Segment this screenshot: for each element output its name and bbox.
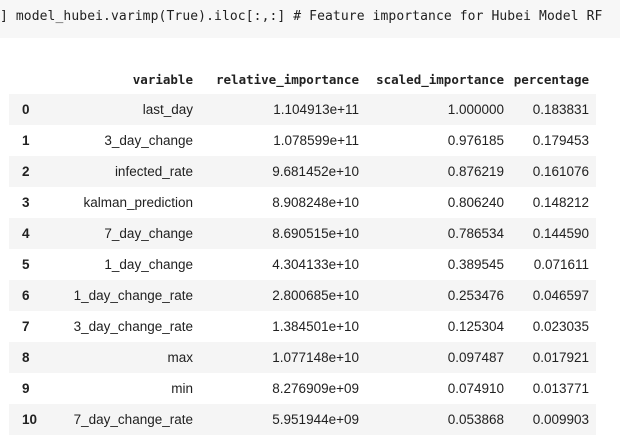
cell-relative-importance: 4.304133e+10 — [272, 257, 359, 272]
cell-relative-importance: 2.800685e+10 — [272, 288, 359, 303]
row-index: 2 — [22, 164, 30, 179]
table-row: 8 max 1.077148e+10 0.097487 0.017921 — [9, 342, 596, 373]
cell-relative-importance: 1.384501e+10 — [272, 319, 359, 334]
row-index: 4 — [22, 226, 30, 241]
row-index: 5 — [22, 257, 30, 272]
cell-scaled-importance: 0.786534 — [447, 226, 504, 241]
header-variable: variable — [132, 71, 193, 87]
cell-variable: 3_day_change — [104, 133, 193, 148]
row-index: 3 — [22, 195, 30, 210]
cell-variable: kalman_prediction — [83, 195, 193, 210]
table-row: 3 kalman_prediction 8.908248e+10 0.80624… — [9, 187, 596, 218]
cell-scaled-importance: 0.097487 — [447, 350, 504, 365]
cell-percentage: 0.148212 — [532, 195, 589, 210]
table-row: 9 min 8.276909e+09 0.074910 0.013771 — [9, 373, 596, 404]
cell-scaled-importance: 0.976185 — [447, 133, 504, 148]
table-row: 6 1_day_change_rate 2.800685e+10 0.25347… — [9, 280, 596, 311]
dataframe-table: variable relative_importance scaled_impo… — [9, 64, 596, 435]
cell-percentage: 0.009903 — [532, 412, 589, 427]
cell-relative-importance: 1.104913e+11 — [273, 102, 359, 117]
table-row: 1 3_day_change 1.078599e+11 0.976185 0.1… — [9, 125, 596, 156]
table-row: 10 7_day_change_rate 5.951944e+09 0.0538… — [9, 404, 596, 435]
cell-variable: 1_day_change_rate — [73, 288, 193, 303]
header-index — [9, 64, 52, 94]
cell-relative-importance: 8.908248e+10 — [272, 195, 359, 210]
row-index: 9 — [22, 381, 30, 396]
header-percentage: percentage — [513, 71, 589, 87]
table-row: 7 3_day_change_rate 1.384501e+10 0.12530… — [9, 311, 596, 342]
table-row: 2 infected_rate 9.681452e+10 0.876219 0.… — [9, 156, 596, 187]
cell-variable: last_day — [142, 102, 193, 117]
cell-variable: 7_day_change — [104, 226, 193, 241]
cell-percentage: 0.144590 — [532, 226, 589, 241]
header-scaled-importance: scaled_importance — [376, 71, 504, 87]
cell-variable: infected_rate — [114, 164, 193, 179]
cell-relative-importance: 9.681452e+10 — [272, 164, 359, 179]
row-index: 6 — [22, 288, 30, 303]
cell-variable: 1_day_change — [104, 257, 193, 272]
cell-variable: max — [167, 350, 193, 365]
row-index: 0 — [22, 102, 30, 117]
cell-relative-importance: 8.690515e+10 — [272, 226, 359, 241]
cell-percentage: 0.161076 — [532, 164, 589, 179]
header-row: variable relative_importance scaled_impo… — [9, 64, 596, 94]
cell-percentage: 0.179453 — [532, 133, 589, 148]
cell-relative-importance: 8.276909e+09 — [272, 381, 359, 396]
table-row: 4 7_day_change 8.690515e+10 0.786534 0.1… — [9, 218, 596, 249]
code-cell[interactable]: ] model_hubei.varimp(True).iloc[:,:] # F… — [0, 0, 620, 38]
cell-scaled-importance: 0.806240 — [447, 195, 504, 210]
cell-relative-importance: 1.078599e+11 — [273, 133, 359, 148]
cell-relative-importance: 5.951944e+09 — [272, 412, 359, 427]
cell-scaled-importance: 0.053868 — [447, 412, 504, 427]
header-relative-importance: relative_importance — [216, 71, 359, 87]
row-index: 7 — [22, 319, 30, 334]
cell-percentage: 0.013771 — [532, 381, 589, 396]
cell-percentage: 0.046597 — [532, 288, 589, 303]
cell-percentage: 0.017921 — [532, 350, 589, 365]
cell-scaled-importance: 0.125304 — [447, 319, 504, 334]
row-index: 10 — [22, 412, 38, 427]
cell-scaled-importance: 1.000000 — [447, 102, 504, 117]
table-header: variable relative_importance scaled_impo… — [9, 64, 596, 94]
table-row: 0 last_day 1.104913e+11 1.000000 0.18383… — [9, 94, 596, 125]
cell-scaled-importance: 0.389545 — [447, 257, 504, 272]
row-index: 1 — [22, 133, 30, 148]
cell-scaled-importance: 0.253476 — [447, 288, 504, 303]
cell-scaled-importance: 0.876219 — [447, 164, 504, 179]
cell-percentage: 0.183831 — [532, 102, 589, 117]
cell-percentage: 0.023035 — [532, 319, 589, 334]
table-row: 5 1_day_change 4.304133e+10 0.389545 0.0… — [9, 249, 596, 280]
code-line[interactable]: ] model_hubei.varimp(True).iloc[:,:] # F… — [0, 9, 602, 24]
cell-variable: min — [171, 381, 193, 396]
cell-percentage: 0.071611 — [533, 257, 589, 272]
cell-variable: 7_day_change_rate — [73, 412, 193, 427]
row-index: 8 — [22, 350, 30, 365]
cell-relative-importance: 1.077148e+10 — [272, 350, 359, 365]
cell-scaled-importance: 0.074910 — [447, 381, 504, 396]
output-area: variable relative_importance scaled_impo… — [0, 38, 620, 447]
table-body: 0 last_day 1.104913e+11 1.000000 0.18383… — [9, 94, 596, 435]
cell-variable: 3_day_change_rate — [73, 319, 193, 334]
